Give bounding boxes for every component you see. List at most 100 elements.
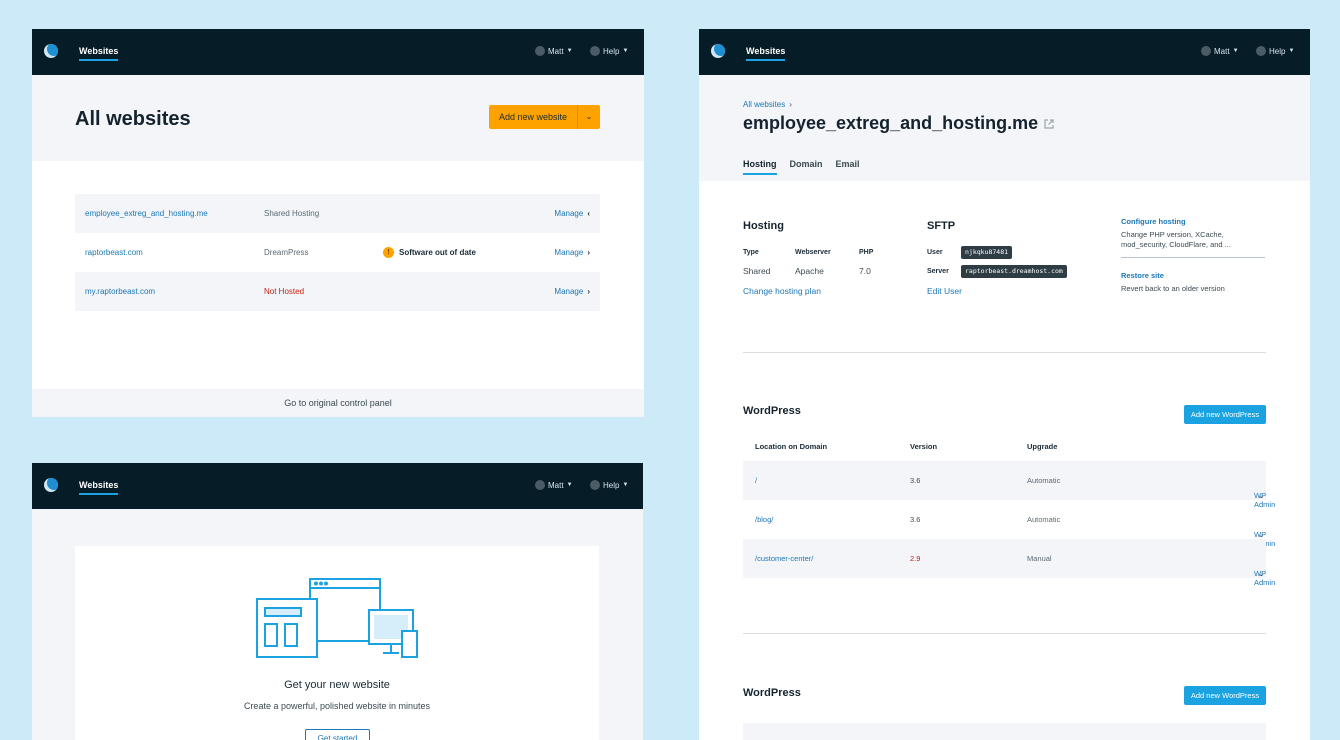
wordpress-upgrade-mode: Automatic bbox=[1027, 515, 1061, 524]
restore-site-description: Revert back to an older version bbox=[1121, 284, 1225, 293]
sftp-user-value[interactable]: njkqku87481 bbox=[961, 246, 1013, 259]
website-row: employee_extreg_and_hosting.me Shared Ho… bbox=[75, 194, 600, 233]
caret-down-icon: ▼ bbox=[566, 48, 573, 54]
user-menu[interactable]: Matt ▼ bbox=[535, 480, 573, 490]
original-control-panel-link[interactable]: Go to original control panel bbox=[32, 389, 644, 417]
user-name: Matt bbox=[548, 46, 564, 56]
restore-site-link[interactable]: Restore site bbox=[1121, 271, 1164, 280]
help-menu[interactable]: Help ▼ bbox=[590, 46, 628, 56]
caret-down-icon: ▼ bbox=[566, 482, 573, 488]
user-menu[interactable]: Matt ▼ bbox=[1201, 46, 1239, 56]
nav-websites-link[interactable]: Websites bbox=[79, 480, 119, 495]
configure-hosting-link[interactable]: Configure hosting bbox=[1121, 217, 1186, 226]
chevron-right-icon: › bbox=[587, 287, 590, 296]
wordpress-location-link[interactable]: /customer-center/ bbox=[755, 554, 813, 563]
tab-hosting[interactable]: Hosting bbox=[743, 159, 777, 175]
hosting-plan: Shared Hosting bbox=[264, 209, 320, 218]
add-new-website-label[interactable]: Add new website bbox=[489, 105, 578, 129]
php-value: 7.0 bbox=[859, 266, 871, 276]
devices-illustration-icon bbox=[256, 578, 418, 658]
site-header: All websites › employee_extreg_and_hostin… bbox=[699, 75, 1310, 181]
help-icon bbox=[590, 480, 600, 490]
configure-hosting-description: Change PHP version, XCache, mod_security… bbox=[1121, 230, 1231, 249]
avatar-icon bbox=[535, 480, 545, 490]
manage-link[interactable]: Manage › bbox=[554, 287, 590, 296]
chevron-down-icon: ⌄ bbox=[1258, 491, 1265, 500]
user-menu[interactable]: Matt ▼ bbox=[535, 46, 573, 56]
type-label: Type bbox=[743, 249, 759, 256]
nav-websites-link[interactable]: Websites bbox=[79, 46, 119, 61]
top-nav-bar: Websites Matt ▼ Help ▼ bbox=[699, 29, 1310, 75]
website-list: employee_extreg_and_hosting.me Shared Ho… bbox=[75, 194, 600, 311]
manage-label[interactable]: Manage bbox=[554, 287, 583, 296]
hosting-section-title: Hosting bbox=[743, 220, 784, 232]
dreamhost-logo-icon[interactable] bbox=[44, 478, 58, 492]
website-name-link[interactable]: raptorbeast.com bbox=[85, 248, 143, 257]
nav-websites-link[interactable]: Websites bbox=[746, 46, 786, 61]
hosting-plan: Not Hosted bbox=[264, 287, 305, 296]
section-divider bbox=[743, 352, 1266, 353]
sftp-server-label: Server bbox=[927, 268, 949, 275]
wordpress-row: /blog/ 3.6 Automatic WP Admin⌄ bbox=[743, 500, 1275, 548]
wordpress-upgrade-mode: Automatic bbox=[1027, 476, 1061, 485]
site-title-text: employee_extreg_and_hosting.me bbox=[743, 113, 1039, 133]
user-name: Matt bbox=[548, 480, 564, 490]
tab-email[interactable]: Email bbox=[836, 159, 860, 175]
column-header-version: Version bbox=[910, 442, 938, 451]
warning-text: Software out of date bbox=[399, 248, 476, 257]
help-menu[interactable]: Help ▼ bbox=[1256, 46, 1294, 56]
manage-link[interactable]: Manage › bbox=[554, 248, 590, 257]
chevron-down-icon: ⌄ bbox=[1258, 530, 1265, 539]
top-nav-bar: Websites Matt ▼ Help ▼ bbox=[32, 29, 644, 75]
wordpress-version: 3.6 bbox=[910, 476, 921, 485]
help-label: Help bbox=[1269, 46, 1286, 56]
help-label: Help bbox=[603, 46, 620, 56]
empty-state-area: Get your new website Create a powerful, … bbox=[32, 509, 643, 740]
top-nav-bar: Websites Matt ▼ Help ▼ bbox=[32, 463, 643, 509]
external-link-icon[interactable] bbox=[1044, 118, 1054, 129]
get-started-button[interactable]: Get started bbox=[305, 729, 370, 740]
manage-label[interactable]: Manage bbox=[554, 209, 583, 218]
wordpress-location-link[interactable]: /blog/ bbox=[755, 515, 773, 524]
sftp-section-title: SFTP bbox=[927, 220, 956, 232]
edit-user-link[interactable]: Edit User bbox=[927, 286, 962, 296]
site-detail-panel: Websites Matt ▼ Help ▼ All websites › emp… bbox=[699, 29, 1310, 740]
breadcrumb-all-websites[interactable]: All websites bbox=[743, 100, 785, 109]
sidebar-divider bbox=[1121, 257, 1265, 258]
breadcrumb[interactable]: All websites › bbox=[743, 100, 792, 109]
webserver-value: Apache bbox=[795, 266, 824, 276]
add-new-website-button[interactable]: Add new website ⌄ bbox=[489, 105, 600, 129]
help-menu[interactable]: Help ▼ bbox=[590, 480, 628, 490]
chevron-down-icon: ⌄ bbox=[1258, 569, 1265, 578]
dreamhost-logo-icon[interactable] bbox=[44, 44, 58, 58]
website-row: my.raptorbeast.com Not Hosted Manage › bbox=[75, 272, 600, 311]
wordpress-section-title-2: WordPress bbox=[743, 687, 801, 699]
manage-link[interactable]: Manage ‹ bbox=[554, 209, 590, 218]
add-new-wordpress-button[interactable]: Add new WordPress bbox=[1184, 405, 1266, 424]
chevron-right-icon: › bbox=[789, 100, 792, 109]
all-websites-panel: Websites Matt ▼ Help ▼ All websites Add … bbox=[32, 29, 644, 417]
chevron-left-icon: ‹ bbox=[587, 209, 590, 218]
website-row: raptorbeast.com DreamPress ! Software out… bbox=[75, 233, 600, 272]
software-warning: ! Software out of date bbox=[383, 247, 476, 258]
sftp-server-value[interactable]: raptorbeast.dreamhost.com bbox=[961, 265, 1067, 278]
webserver-label: Webserver bbox=[795, 249, 831, 256]
column-header-location: Location on Domain bbox=[755, 442, 828, 451]
website-name-link[interactable]: employee_extreg_and_hosting.me bbox=[85, 209, 208, 218]
warning-icon: ! bbox=[383, 247, 394, 258]
chevron-down-icon[interactable]: ⌄ bbox=[578, 105, 600, 129]
change-hosting-plan-link[interactable]: Change hosting plan bbox=[743, 286, 821, 296]
wordpress-location-link[interactable]: / bbox=[755, 476, 757, 485]
hosting-plan: DreamPress bbox=[264, 248, 309, 257]
dreamhost-logo-icon[interactable] bbox=[711, 44, 725, 58]
manage-label[interactable]: Manage bbox=[554, 248, 583, 257]
site-tabs: Hosting Domain Email bbox=[743, 159, 860, 175]
caret-down-icon: ▼ bbox=[1232, 48, 1239, 54]
type-value: Shared bbox=[743, 266, 771, 276]
add-new-wordpress-button-2[interactable]: Add new WordPress bbox=[1184, 686, 1266, 705]
empty-state-card: Get your new website Create a powerful, … bbox=[75, 546, 599, 740]
column-header-upgrade: Upgrade bbox=[1027, 442, 1058, 451]
website-name-link[interactable]: my.raptorbeast.com bbox=[85, 287, 155, 296]
wordpress-version: 3.6 bbox=[910, 515, 921, 524]
tab-domain[interactable]: Domain bbox=[790, 159, 823, 175]
